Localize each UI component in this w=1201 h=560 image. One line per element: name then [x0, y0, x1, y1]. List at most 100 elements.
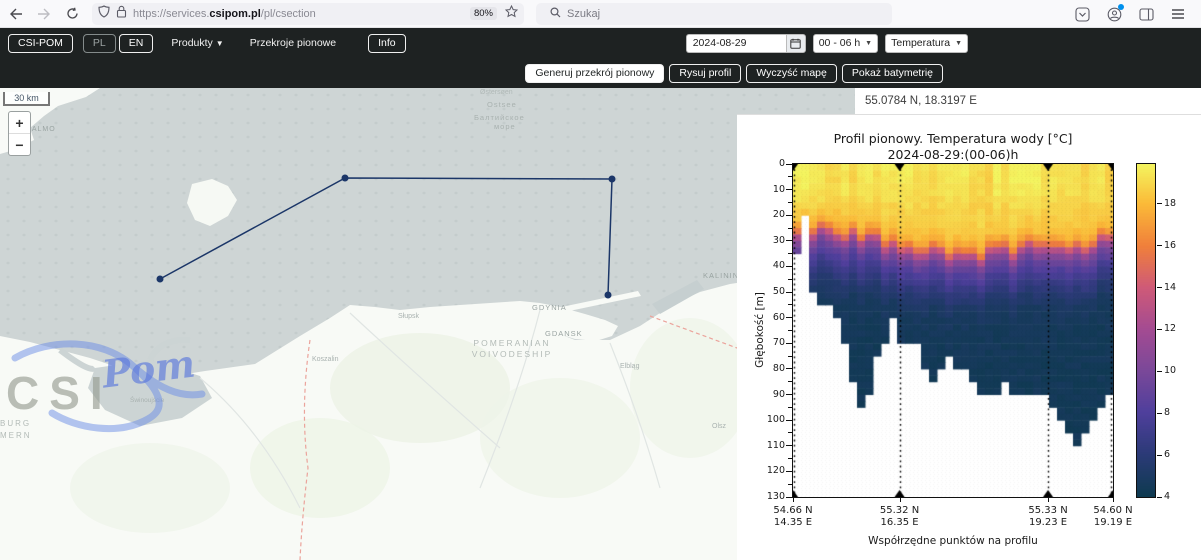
y-minor-tick — [788, 227, 792, 229]
zoom-out-button[interactable]: − — [9, 134, 30, 155]
search-placeholder: Szukaj — [567, 7, 601, 20]
region-mern: MERN — [0, 431, 32, 440]
y-minor-tick — [788, 330, 792, 331]
colorbar-tick-mark — [1157, 496, 1162, 498]
zoom-in-button[interactable]: + — [9, 112, 30, 134]
city-kaliningrad: KALININ — [703, 271, 739, 280]
y-tick-mark — [786, 394, 792, 396]
notification-dot — [1118, 4, 1124, 10]
colorbar-tick-mark — [1157, 287, 1162, 289]
heatmap-canvas — [793, 164, 1113, 497]
search-icon — [550, 6, 561, 21]
clear-map-button[interactable]: Wyczyść mapę — [746, 63, 837, 83]
draw-profile-button[interactable]: Rysuj profil — [669, 63, 742, 83]
zoom-level-badge[interactable]: 80% — [469, 7, 497, 20]
y-tick-label: 20 — [772, 209, 785, 221]
bathymetry-button[interactable]: Pokaż batymetrię — [841, 63, 943, 83]
profile-point[interactable] — [608, 175, 616, 183]
colorbar-tick-label: 14 — [1164, 281, 1177, 293]
sea-label-de: Ostsee — [487, 100, 517, 109]
x-tick-mark — [1048, 498, 1050, 502]
bookmark-star-icon[interactable] — [504, 4, 519, 23]
nav-sections-link[interactable]: Przekroje pionowe — [250, 37, 336, 49]
colorbar-tick-label: 10 — [1164, 365, 1177, 377]
y-minor-tick — [788, 483, 792, 485]
x-tick-label: 55.32 N 16.35 E — [879, 505, 920, 528]
chart-title: Profil pionowy. Temperatura wody [°C] 20… — [833, 131, 1073, 162]
city-gdansk: GDANSK — [545, 329, 583, 338]
colorbar-tick-mark — [1157, 454, 1162, 456]
y-tick-label: 130 — [766, 491, 785, 502]
lang-pl-button[interactable]: PL — [82, 33, 116, 53]
y-tick-mark — [786, 368, 792, 370]
x-tick-label: 55.33 N 19.23 E — [1028, 505, 1068, 528]
y-tick-label: 30 — [772, 234, 785, 246]
sidebar-icon[interactable] — [1135, 3, 1157, 25]
x-tick-mark — [793, 498, 794, 502]
chart-xlabel: Współrzędne punktów na profilu — [868, 535, 1038, 547]
region-burg: BURG — [0, 419, 31, 428]
date-input[interactable] — [685, 33, 786, 53]
y-minor-tick — [788, 304, 792, 306]
generate-section-button[interactable]: Generuj przekrój pionowy — [525, 63, 665, 83]
y-tick-label: 70 — [772, 337, 785, 349]
y-tick-label: 60 — [772, 311, 785, 323]
y-tick-label: 50 — [772, 286, 785, 298]
chevron-down-icon: ▼ — [865, 39, 873, 47]
colorbar-tick-mark — [1157, 328, 1162, 330]
region-pomeranian-2: VOIVODESHIP — [472, 349, 553, 359]
y-minor-tick — [788, 406, 792, 408]
url-text[interactable]: https://services.csipom.pl/pl/csection — [133, 8, 316, 20]
region-pomeranian-1: POMERANIAN — [473, 338, 550, 348]
y-tick-mark — [786, 214, 792, 216]
sea-label-dk: Østersøen — [480, 89, 513, 96]
x-tick-mark — [1113, 498, 1114, 502]
colorbar-tick-mark — [1157, 245, 1162, 247]
time-range-select[interactable]: 00 - 06 h ▼ — [812, 33, 879, 53]
url-bar[interactable]: https://services.csipom.pl/pl/csection 8… — [92, 2, 524, 25]
y-minor-tick — [788, 278, 792, 280]
land-bornholm — [187, 179, 237, 226]
x-tick-mark — [899, 498, 901, 502]
products-menu[interactable]: Produkty ▼ — [171, 37, 223, 49]
colorbar-tick-mark — [1157, 203, 1162, 205]
city-koszalin: Koszalin — [312, 356, 339, 363]
y-tick-mark — [786, 496, 792, 498]
pocket-save-icon[interactable] — [1071, 3, 1093, 25]
variable-select[interactable]: Temperatura ▼ — [885, 33, 968, 53]
back-icon[interactable] — [4, 3, 28, 25]
y-tick-mark — [786, 342, 792, 344]
shield-icon[interactable] — [98, 4, 110, 23]
chevron-down-icon: ▼ — [955, 39, 962, 47]
colorbar-tick-label: 8 — [1164, 407, 1171, 419]
profile-point[interactable] — [604, 291, 612, 299]
y-minor-tick — [788, 201, 792, 203]
cursor-coordinates: 55.0784 N, 18.3197 E — [855, 88, 1201, 114]
y-tick-mark — [786, 470, 792, 472]
y-tick-mark — [786, 419, 792, 421]
colorbar-tick-mark — [1157, 370, 1162, 372]
y-tick-label: 90 — [772, 388, 785, 400]
account-icon[interactable] — [1103, 3, 1125, 25]
brand-button[interactable]: CSI-POM — [8, 33, 73, 53]
y-minor-tick — [788, 381, 792, 383]
menu-hamburger-icon[interactable] — [1167, 3, 1189, 25]
colorbar-tick-label: 12 — [1164, 323, 1177, 335]
y-minor-tick — [788, 253, 792, 255]
app-toolbar: CSI-POM PL EN Produkty ▼ Przekroje pionow… — [0, 28, 1201, 88]
x-tick-label: 54.60 N 19.19 E — [1093, 505, 1133, 528]
lang-en-button[interactable]: EN — [118, 33, 154, 53]
chart-plot-area — [792, 163, 1114, 498]
lock-icon[interactable] — [116, 5, 127, 23]
reload-icon[interactable] — [60, 3, 84, 25]
profile-point[interactable] — [341, 174, 349, 182]
sea-label-ru2: море — [494, 122, 516, 131]
x-tick-label: 54.66 N 14.35 E — [773, 505, 813, 528]
info-button[interactable]: Info — [368, 33, 406, 53]
calendar-icon[interactable] — [785, 33, 806, 53]
search-input[interactable]: Szukaj — [536, 2, 892, 25]
forward-icon[interactable] — [32, 3, 56, 25]
profile-point[interactable] — [156, 275, 164, 283]
sea-label-ru1: Балтийское — [474, 113, 525, 122]
map-zoom-control: + − — [8, 111, 31, 156]
